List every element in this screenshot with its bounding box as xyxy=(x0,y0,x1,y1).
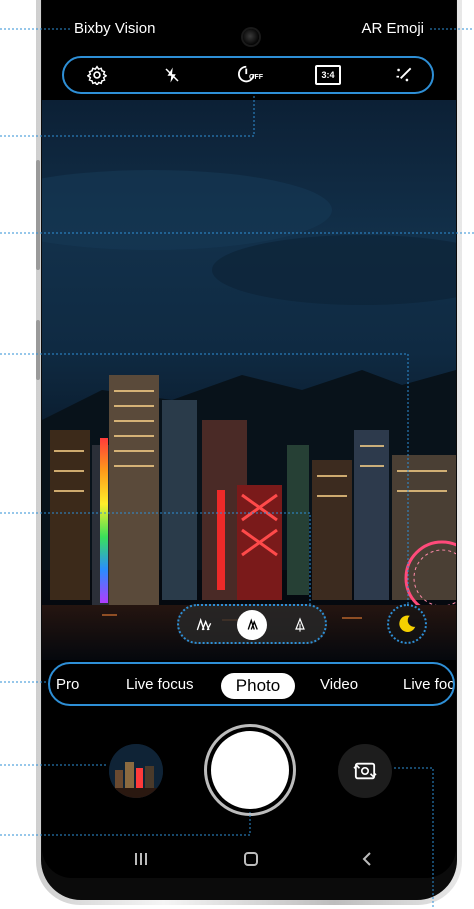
bixby-side-button xyxy=(36,320,40,380)
mode-live-focus-2[interactable]: Live focu xyxy=(403,676,453,693)
front-camera xyxy=(243,29,259,45)
quick-settings-bar: OFF 3:4 xyxy=(62,56,434,94)
night-city-preview xyxy=(42,170,456,660)
wide-angle-icon[interactable] xyxy=(189,610,219,640)
shutter-button[interactable] xyxy=(211,731,289,809)
aspect-ratio-label: 3:4 xyxy=(321,70,335,80)
timer-off-icon[interactable]: OFF xyxy=(236,63,263,87)
filters-icon[interactable] xyxy=(391,63,417,87)
volume-button xyxy=(36,160,40,270)
camera-viewfinder[interactable] xyxy=(42,100,456,660)
camera-screen: Bixby Vision AR Emoji OFF 3:4 Pro Live f… xyxy=(42,0,456,878)
mode-video[interactable]: Video xyxy=(320,676,358,693)
settings-icon[interactable] xyxy=(84,63,110,87)
normal-angle-icon[interactable] xyxy=(237,610,267,640)
top-bar: Bixby Vision AR Emoji xyxy=(42,0,456,52)
tele-angle-icon[interactable] xyxy=(285,610,315,640)
mode-carousel: Pro Live focus Photo Video Live focu xyxy=(48,662,455,706)
night-mode-icon[interactable] xyxy=(387,604,427,644)
aspect-ratio-icon[interactable]: 3:4 xyxy=(315,63,341,87)
gallery-thumbnail[interactable] xyxy=(109,744,163,798)
navigation-bar xyxy=(42,840,456,876)
home-icon[interactable] xyxy=(236,848,266,870)
mode-pro[interactable]: Pro xyxy=(56,676,79,693)
back-icon[interactable] xyxy=(352,848,382,870)
mode-live-focus[interactable]: Live focus xyxy=(126,676,194,693)
recents-icon[interactable] xyxy=(126,848,156,870)
flash-off-icon[interactable] xyxy=(159,63,185,87)
aspect-ratio-frame: 3:4 xyxy=(315,65,341,85)
switch-camera-icon[interactable] xyxy=(338,744,392,798)
mode-photo[interactable]: Photo xyxy=(221,673,295,699)
lens-selector xyxy=(177,604,327,644)
timer-off-label: OFF xyxy=(249,74,263,81)
ar-emoji-button[interactable]: AR Emoji xyxy=(361,20,424,37)
bixby-vision-button[interactable]: Bixby Vision xyxy=(74,20,155,37)
